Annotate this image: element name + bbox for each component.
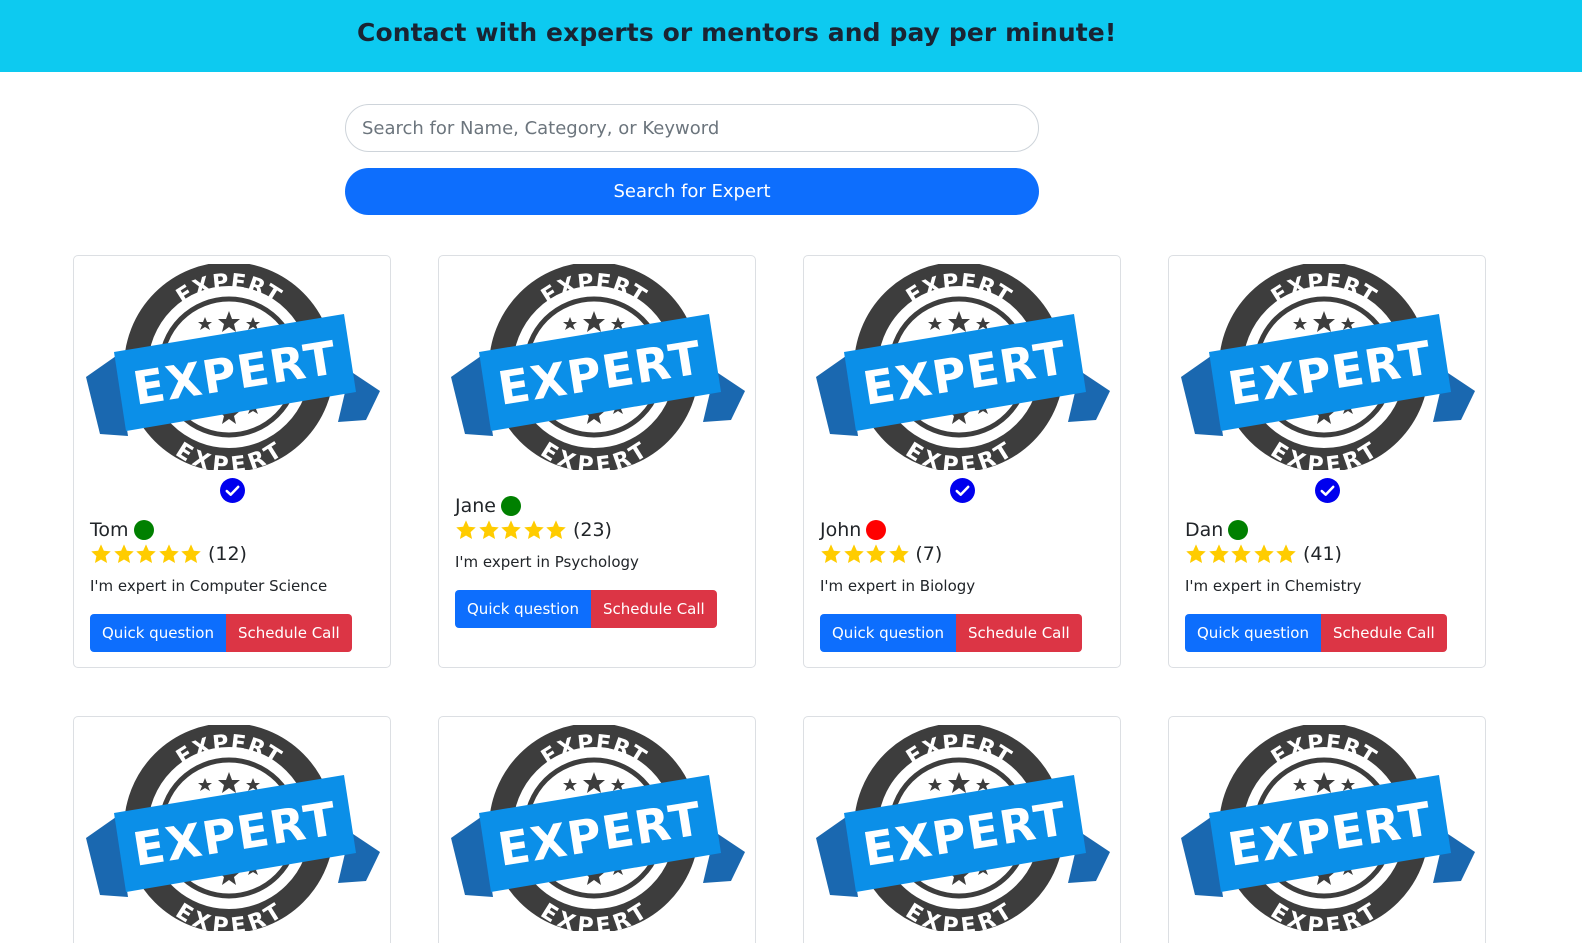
star-icon <box>113 543 135 565</box>
star-icon <box>158 543 180 565</box>
action-buttons: Quick question Schedule Call <box>1185 614 1447 652</box>
rating: (41) <box>1185 543 1342 565</box>
expert-name: Tom <box>90 519 129 541</box>
star-icon <box>1230 543 1252 565</box>
star-icon <box>500 519 522 541</box>
expert-badge-image <box>86 264 380 470</box>
star-icon <box>1208 543 1230 565</box>
expert-card: John (7) I'm expert in Biology Quick que… <box>803 255 1121 668</box>
review-count: (7) <box>915 543 943 565</box>
quick-question-button[interactable]: Quick question <box>90 614 226 652</box>
star-icon <box>1253 543 1275 565</box>
page-title: Contact with experts or mentors and pay … <box>357 18 1117 47</box>
star-icon <box>843 543 865 565</box>
expert-name-line: Dan <box>1185 519 1249 541</box>
schedule-call-button[interactable]: Schedule Call <box>226 614 352 652</box>
star-icon <box>1275 543 1297 565</box>
expert-badge-image <box>816 725 1110 931</box>
rating: (23) <box>455 519 612 541</box>
star-icon <box>523 519 545 541</box>
quick-question-button[interactable]: Quick question <box>455 590 591 628</box>
quick-question-button[interactable]: Quick question <box>1185 614 1321 652</box>
review-count: (12) <box>207 543 247 565</box>
star-icon <box>820 543 842 565</box>
online-status-dot <box>1228 520 1249 540</box>
expert-name-line: John <box>820 519 887 541</box>
star-icon <box>478 519 500 541</box>
expert-badge-image <box>1181 264 1475 470</box>
action-buttons: Quick question Schedule Call <box>90 614 352 652</box>
rating: (12) <box>90 543 247 565</box>
expert-badge-image <box>816 264 1110 470</box>
search-input[interactable] <box>345 104 1039 152</box>
review-count: (41) <box>1302 543 1342 565</box>
expert-name-line: Jane <box>455 495 521 517</box>
top-banner: Contact with experts or mentors and pay … <box>0 0 1582 72</box>
quick-question-button[interactable]: Quick question <box>820 614 956 652</box>
rating: (7) <box>820 543 942 565</box>
schedule-call-button[interactable]: Schedule Call <box>1321 614 1447 652</box>
expert-badge-image <box>451 725 745 931</box>
expert-description: I'm expert in Chemistry <box>1185 577 1362 595</box>
star-icon <box>180 543 202 565</box>
expert-card: Dan (41) I'm expert in Chemistry Quick q… <box>1168 255 1486 668</box>
schedule-call-button[interactable]: Schedule Call <box>591 590 717 628</box>
online-status-dot <box>500 496 521 516</box>
star-icon <box>865 543 887 565</box>
expert-name: Dan <box>1185 519 1224 541</box>
expert-name: Jane <box>455 495 496 517</box>
expert-badge-image <box>451 264 745 470</box>
expert-description: I'm expert in Computer Science <box>90 577 328 595</box>
expert-card: Jane (23) I'm expert in Psychology Quick… <box>438 255 756 668</box>
expert-card <box>438 716 756 943</box>
star-icon <box>1185 543 1207 565</box>
star-icon <box>455 519 477 541</box>
online-status-dot <box>133 520 154 540</box>
expert-name-line: Tom <box>90 519 154 541</box>
star-icon <box>888 543 910 565</box>
expert-description: I'm expert in Psychology <box>455 553 639 571</box>
expert-card <box>73 716 391 943</box>
offline-status-dot <box>866 520 887 540</box>
action-buttons: Quick question Schedule Call <box>820 614 1082 652</box>
star-icon <box>90 543 112 565</box>
action-buttons: Quick question Schedule Call <box>455 590 717 628</box>
expert-card: Tom (12) I'm expert in Computer Science … <box>73 255 391 668</box>
search-expert-button[interactable]: Search for Expert <box>345 168 1039 215</box>
expert-badge-image <box>1181 725 1475 931</box>
review-count: (23) <box>572 519 612 541</box>
expert-name: John <box>820 519 862 541</box>
expert-card <box>1168 716 1486 943</box>
star-icon <box>135 543 157 565</box>
schedule-call-button[interactable]: Schedule Call <box>956 614 1082 652</box>
verified-check-icon <box>220 478 245 503</box>
expert-description: I'm expert in Biology <box>820 577 976 595</box>
expert-card <box>803 716 1121 943</box>
verified-check-icon <box>1315 478 1340 503</box>
expert-badge-image <box>86 725 380 931</box>
star-icon <box>545 519 567 541</box>
verified-check-icon <box>950 478 975 503</box>
